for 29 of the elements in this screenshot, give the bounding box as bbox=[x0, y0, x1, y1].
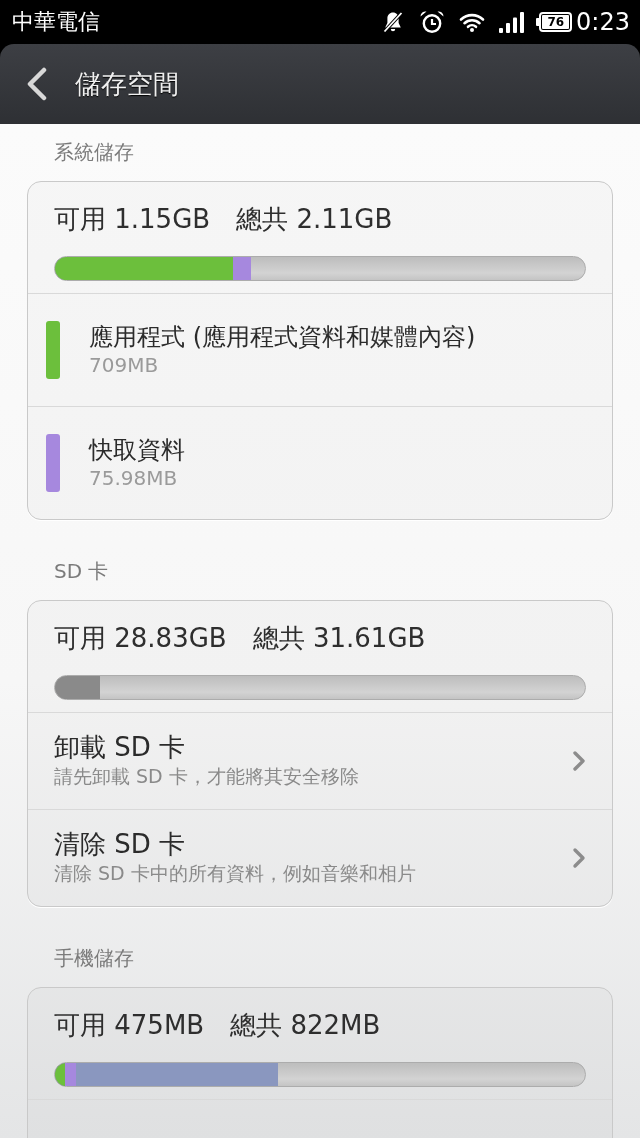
back-icon[interactable] bbox=[26, 67, 48, 101]
section-label: 手機儲存 bbox=[53, 945, 135, 972]
page-title: 儲存空間 bbox=[75, 68, 179, 100]
chevron-right-icon bbox=[572, 749, 586, 772]
chevron-right-icon bbox=[572, 846, 586, 869]
category-name: 應用程式 (應用程式資料和媒體內容) bbox=[89, 322, 476, 352]
category-name: 快取資料 bbox=[89, 435, 185, 465]
list-item[interactable]: 卸載 SD 卡 請先卸載 SD 卡，才能將其安全移除 bbox=[28, 713, 612, 809]
item-description: 請先卸載 SD 卡，才能將其安全移除 bbox=[54, 764, 359, 789]
section-label: SD 卡 bbox=[53, 558, 110, 585]
item-title: 清除 SD 卡 bbox=[54, 829, 187, 860]
clock-time: 0:23 bbox=[576, 8, 630, 36]
total-space: 總共 2.11GB bbox=[236, 204, 393, 234]
available-space: 可用 1.15GB bbox=[54, 204, 211, 234]
list-item[interactable]: 清除 SD 卡 清除 SD 卡中的所有資料，例如音樂和相片 bbox=[28, 809, 612, 906]
available-space: 可用 475MB bbox=[54, 1010, 205, 1040]
category-size: 709MB bbox=[89, 352, 160, 378]
battery-icon: 76 bbox=[536, 12, 573, 32]
total-space: 總共 822MB bbox=[230, 1010, 381, 1040]
alarm-clock-icon bbox=[419, 10, 446, 34]
category-size: 75.98MB bbox=[89, 465, 179, 491]
item-description: 清除 SD 卡中的所有資料，例如音樂和相片 bbox=[54, 861, 416, 886]
signal-icon bbox=[499, 11, 525, 33]
section-label: 系統儲存 bbox=[53, 139, 135, 166]
item-title: 卸載 SD 卡 bbox=[54, 732, 187, 763]
wifi-icon bbox=[459, 12, 486, 32]
carrier-name: 中華電信 bbox=[12, 9, 100, 35]
total-space: 總共 31.61GB bbox=[252, 623, 426, 653]
available-space: 可用 28.83GB bbox=[54, 623, 227, 653]
